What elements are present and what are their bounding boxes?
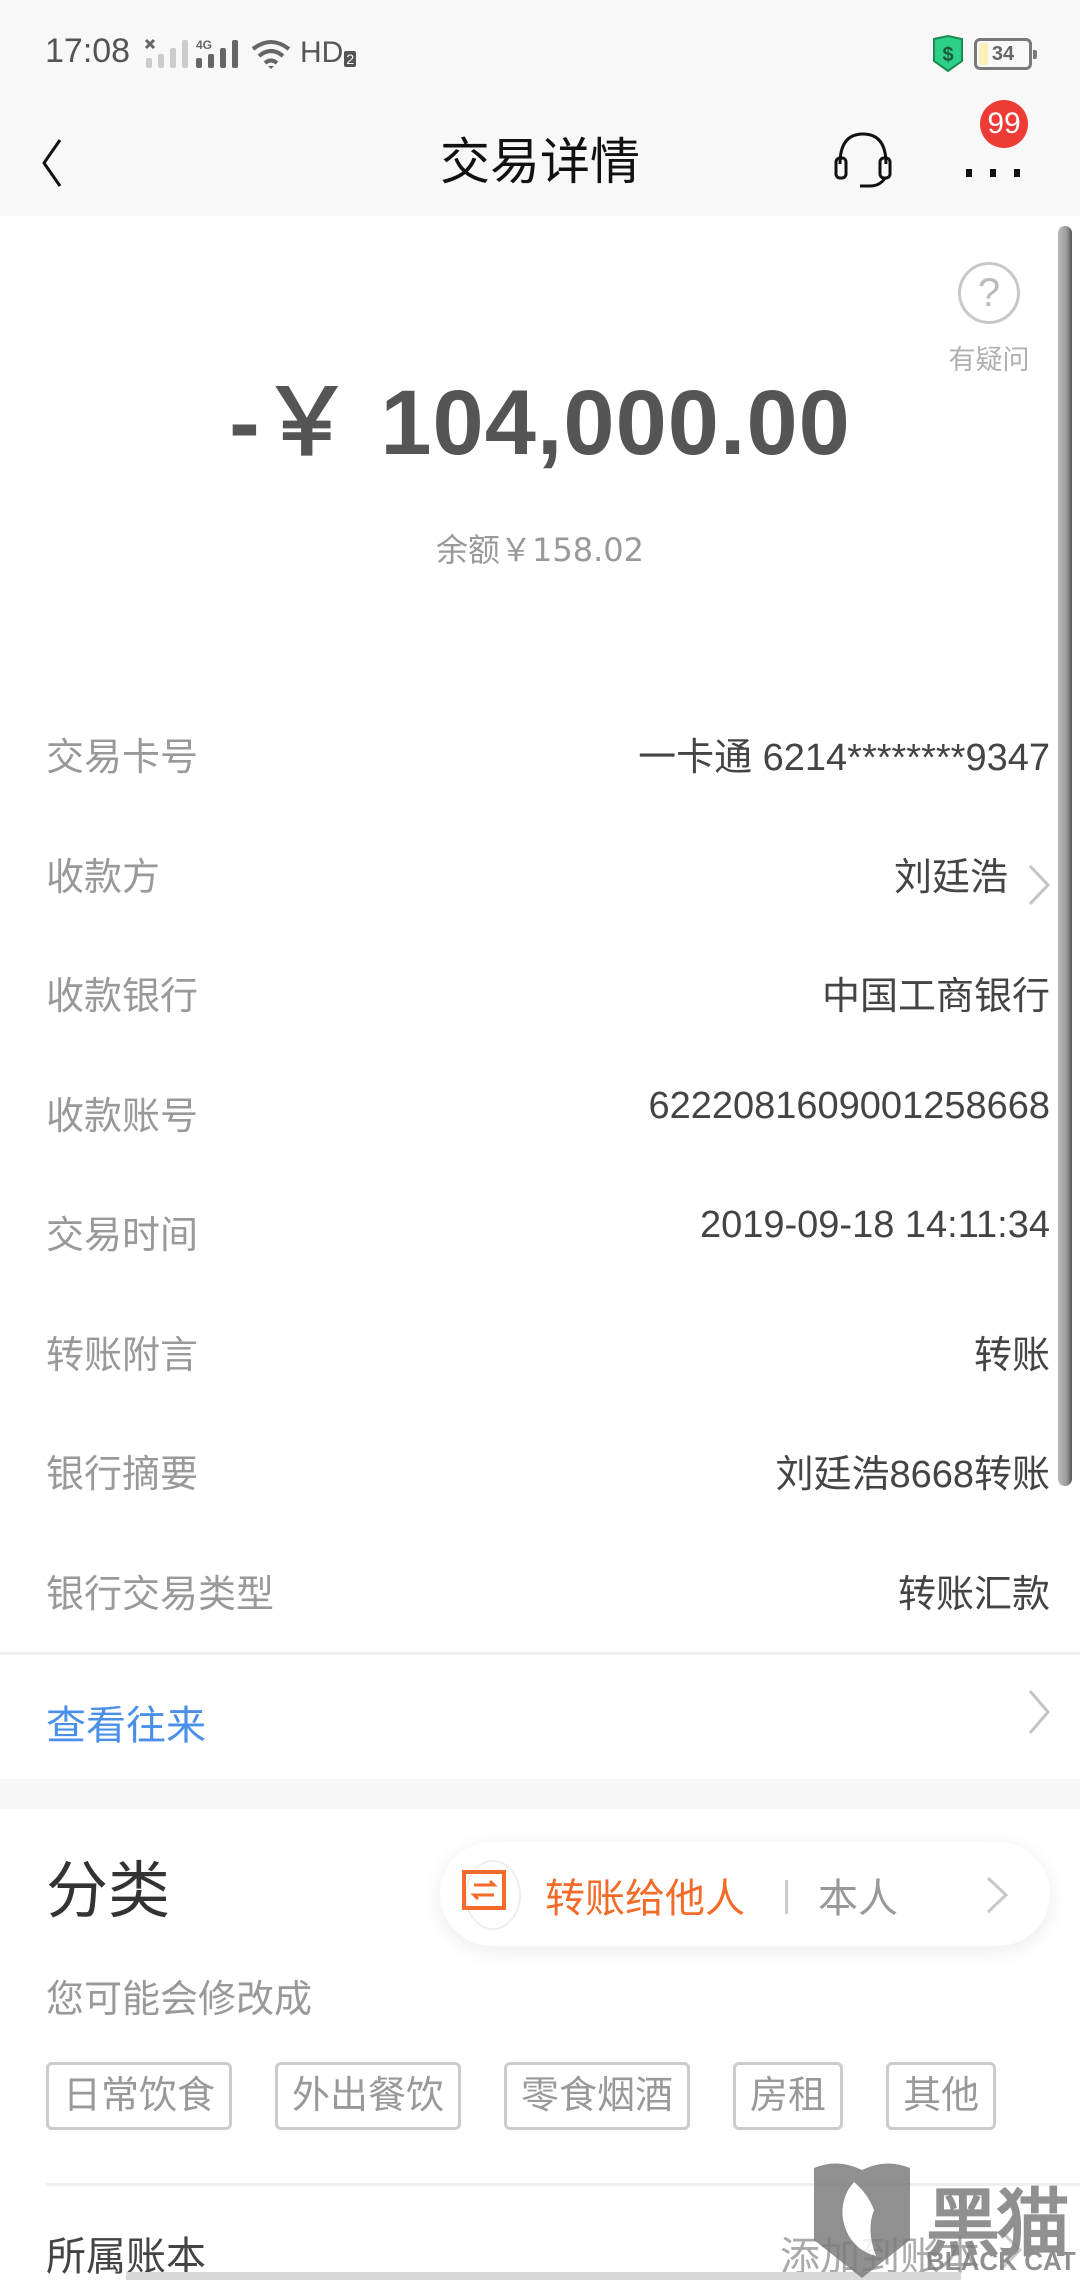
detail-row-account: 收款账号 6222081609001258668 [0,1049,1080,1169]
transfer-icon [462,1870,506,1910]
signal-no-service-icon [144,38,188,68]
category-chip[interactable]: 零食烟酒 [504,2062,691,2130]
detail-value: 刘廷浩 [893,856,1008,899]
detail-label: 转账附言 [46,1332,199,1377]
detail-label: 银行交易类型 [46,1571,275,1616]
black-cat-shield-icon [814,2163,910,2278]
category-alternative[interactable]: 本人 [818,1866,898,1924]
detail-row-bank-summary: 银行摘要 刘廷浩8668转账 [0,1407,1080,1527]
wifi-icon [251,40,291,69]
detail-row-bank: 收款银行 中国工商银行 [0,929,1080,1049]
category-title: 分类 [46,1854,171,1927]
transaction-amount: -￥ 104,000.00 [229,372,851,474]
chevron-right-icon [1028,864,1051,905]
shield-dollar-icon: $ [933,35,963,73]
view-history-link[interactable]: 查看往来 [0,1655,1080,1779]
category-selector[interactable]: 转账给他人 本人 [440,1842,1050,1946]
category-chip[interactable]: 日常饮食 [46,2062,233,2130]
category-chip[interactable]: 外出餐饮 [275,2062,462,2130]
battery-indicator: 34 [974,38,1037,70]
detail-label: 银行摘要 [46,1452,199,1496]
status-time: 17:08 [45,32,131,70]
detail-list: 交易卡号 一卡通 6214********9347 收款方 刘廷浩 收款银行 中… [0,690,1080,1646]
detail-label: 交易时间 [46,1213,199,1257]
detail-row-time: 交易时间 2019-09-18 14:11:34 [0,1168,1080,1288]
hd-voice-indicator: HD 2 [300,36,357,70]
network-type-label: 4G [196,38,212,52]
battery-level: 34 [991,43,1015,65]
category-suggestions: 日常饮食 外出餐饮 零食烟酒 房租 其他 [46,2062,1039,2130]
headset-icon[interactable] [830,120,896,200]
view-history-label: 查看往来 [46,1703,206,1749]
detail-label: 收款银行 [46,974,199,1018]
category-chip[interactable]: 房租 [733,2062,844,2130]
category-selected[interactable]: 转账给他人 [545,1866,745,1924]
page-title: 交易详情 [440,133,640,191]
detail-label: 交易卡号 [46,735,199,779]
detail-label: 收款方 [46,854,161,899]
separator [785,1880,788,1914]
balance-text: 余额￥158.02 [436,531,644,569]
detail-value: 转账 [973,1334,1050,1377]
watermark-subtext: BLACK CAT [926,2246,1076,2276]
detail-row-memo: 转账附言 转账 [0,1288,1080,1408]
detail-row-type: 银行交易类型 转账汇款 [0,1527,1080,1647]
nav-bar: 交易详情 [0,110,1080,216]
hd-label: HD [300,36,344,69]
chevron-right-icon [1028,1690,1050,1734]
detail-value: 转账汇款 [897,1573,1050,1616]
detail-value: 中国工商银行 [821,976,1050,1018]
detail-row-card: 交易卡号 一卡通 6214********9347 [0,690,1080,810]
category-hint: 您可能会修改成 [46,1977,313,2021]
chevron-right-icon [986,1876,1009,1914]
svg-text:$: $ [942,44,953,66]
watermark: 黑猫 BLACK CAT [808,2160,1080,2280]
signal-4g-icon: 4G [196,38,238,68]
detail-value: 刘廷浩8668转账 [775,1454,1050,1496]
detail-value: 一卡通 6214********9347 [638,737,1050,779]
section-gap [0,1779,1080,1809]
notification-badge: 99 [980,100,1028,148]
hd-sub-label: 2 [344,51,357,67]
status-bar: 17:08 4G HD 2 $ 34 [0,0,1080,110]
detail-label: 收款账号 [46,1093,199,1138]
detail-value: 2019-09-18 14:11:34 [699,1204,1050,1246]
detail-row-payee[interactable]: 收款方 刘廷浩 [0,810,1080,930]
detail-value: 6222081609001258668 [648,1084,1050,1127]
question-circle-icon: ? [958,262,1020,324]
category-chip[interactable]: 其他 [886,2062,997,2130]
